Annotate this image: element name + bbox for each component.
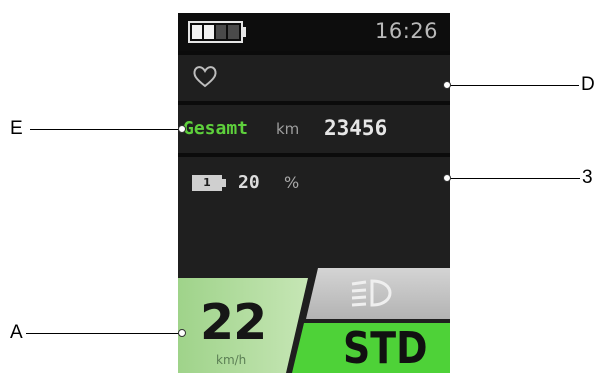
callout-dot-a — [178, 329, 186, 337]
display-screen: 16:26 Gesamt km 23456 1 20 % 22 km/h STD — [178, 13, 450, 373]
callout-label-d: D — [581, 74, 595, 95]
callout-line-a — [26, 333, 182, 334]
speed-unit: km/h — [216, 353, 247, 367]
callout-label-e: E — [10, 118, 23, 139]
callout-dot-e — [178, 125, 186, 133]
callout-dot-3 — [443, 174, 451, 182]
mode-label: STD — [343, 323, 428, 373]
callout-line-3 — [447, 178, 580, 179]
callout-label-3: 3 — [582, 167, 593, 188]
speed-value: 22 — [200, 294, 267, 351]
callout-line-d — [447, 85, 579, 86]
callout-dot-d — [443, 81, 451, 89]
callout-line-e — [30, 129, 182, 130]
callout-label-a: A — [10, 322, 23, 343]
headlight-icon — [351, 279, 392, 307]
